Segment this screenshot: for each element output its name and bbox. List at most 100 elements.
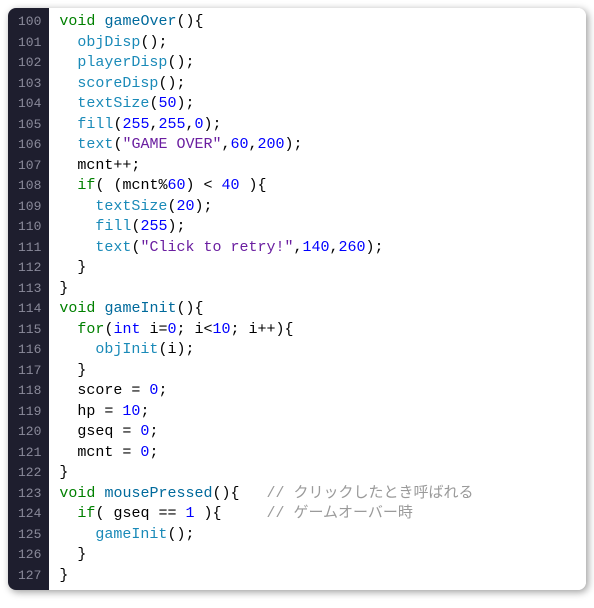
token-kw: if: [77, 505, 95, 522]
token-plain: ();: [167, 54, 194, 71]
token-plain: ) <: [185, 177, 221, 194]
code-line: mcnt = 0;: [59, 443, 576, 464]
code-line: textSize(50);: [59, 94, 576, 115]
code-line: fill(255,255,0);: [59, 115, 576, 136]
token-plain: ,: [249, 136, 258, 153]
line-number: 116: [18, 340, 41, 361]
line-number: 119: [18, 402, 41, 423]
token-plain: ();: [167, 526, 194, 543]
line-number: 112: [18, 258, 41, 279]
token-num: 10: [122, 403, 140, 420]
token-plain: ,: [330, 239, 339, 256]
token-fn2: text: [77, 136, 113, 153]
line-number: 114: [18, 299, 41, 320]
token-fn: mousePressed: [104, 485, 212, 502]
token-plain: [59, 505, 77, 522]
code-line: if( (mcnt%60) < 40 ){: [59, 176, 576, 197]
token-fn2: scoreDisp: [77, 75, 158, 92]
token-plain: [59, 75, 77, 92]
token-plain: [59, 116, 77, 133]
line-number: 105: [18, 115, 41, 136]
token-type: int: [113, 321, 140, 338]
token-kw: void: [59, 300, 95, 317]
code-line: }: [59, 279, 576, 300]
line-number: 122: [18, 463, 41, 484]
code-line: for(int i=0; i<10; i++){: [59, 320, 576, 341]
token-plain: }: [59, 567, 68, 584]
token-plain: ();: [140, 34, 167, 51]
token-plain: ,: [186, 116, 195, 133]
line-number: 104: [18, 94, 41, 115]
token-plain: (){: [212, 485, 266, 502]
token-num: 255: [140, 218, 167, 235]
token-plain: [59, 218, 95, 235]
token-plain: );: [285, 136, 303, 153]
token-num: 200: [258, 136, 285, 153]
token-plain: ();: [158, 75, 185, 92]
token-plain: ;: [140, 403, 149, 420]
code-line: }: [59, 545, 576, 566]
code-line: objInit(i);: [59, 340, 576, 361]
token-num: 0: [195, 116, 204, 133]
code-line: text("GAME OVER",60,200);: [59, 135, 576, 156]
line-number-gutter: 1001011021031041051061071081091101111121…: [8, 8, 49, 590]
token-plain: [59, 177, 77, 194]
token-num: 10: [213, 321, 231, 338]
token-kw: for: [77, 321, 104, 338]
line-number: 118: [18, 381, 41, 402]
token-plain: ;: [149, 423, 158, 440]
token-fn2: objInit: [95, 341, 158, 358]
token-num: 140: [303, 239, 330, 256]
code-line: scoreDisp();: [59, 74, 576, 95]
token-kw: void: [59, 13, 95, 30]
token-plain: score =: [59, 382, 149, 399]
code-line: textSize(20);: [59, 197, 576, 218]
line-number: 115: [18, 320, 41, 341]
token-kw: if: [77, 177, 95, 194]
line-number: 103: [18, 74, 41, 95]
token-plain: [59, 341, 95, 358]
token-fn2: fill: [77, 116, 113, 133]
token-plain: [59, 136, 77, 153]
token-num: 40: [221, 177, 239, 194]
code-line: score = 0;: [59, 381, 576, 402]
token-fn2: playerDisp: [77, 54, 167, 71]
line-number: 120: [18, 422, 41, 443]
token-fn2: gameInit: [95, 526, 167, 543]
token-fn: gameOver: [104, 13, 176, 30]
line-number: 109: [18, 197, 41, 218]
line-number: 102: [18, 53, 41, 74]
token-num: 260: [339, 239, 366, 256]
line-number: 123: [18, 484, 41, 505]
code-line: playerDisp();: [59, 53, 576, 74]
token-num: 50: [158, 95, 176, 112]
code-line: void gameOver(){: [59, 12, 576, 33]
token-plain: );: [194, 198, 212, 215]
token-plain: }: [59, 259, 86, 276]
token-plain: hp =: [59, 403, 122, 420]
token-plain: );: [167, 218, 185, 235]
token-plain: gseq =: [59, 423, 140, 440]
token-plain: ;: [158, 382, 167, 399]
token-plain: [59, 239, 95, 256]
token-plain: [59, 95, 77, 112]
token-plain: }: [59, 280, 68, 297]
token-fn2: objDisp: [77, 34, 140, 51]
line-number: 111: [18, 238, 41, 259]
code-line: }: [59, 566, 576, 587]
line-number: 127: [18, 566, 41, 587]
token-num: 60: [167, 177, 185, 194]
line-number: 113: [18, 279, 41, 300]
token-plain: );: [366, 239, 384, 256]
line-number: 100: [18, 12, 41, 33]
token-cmt: // クリックしたとき呼ばれる: [266, 485, 473, 502]
code-line: fill(255);: [59, 217, 576, 238]
token-plain: ; i<: [177, 321, 213, 338]
token-fn2: textSize: [95, 198, 167, 215]
code-line: void gameInit(){: [59, 299, 576, 320]
token-plain: [59, 321, 77, 338]
line-number: 106: [18, 135, 41, 156]
token-num: 20: [176, 198, 194, 215]
code-line: objDisp();: [59, 33, 576, 54]
line-number: 126: [18, 545, 41, 566]
